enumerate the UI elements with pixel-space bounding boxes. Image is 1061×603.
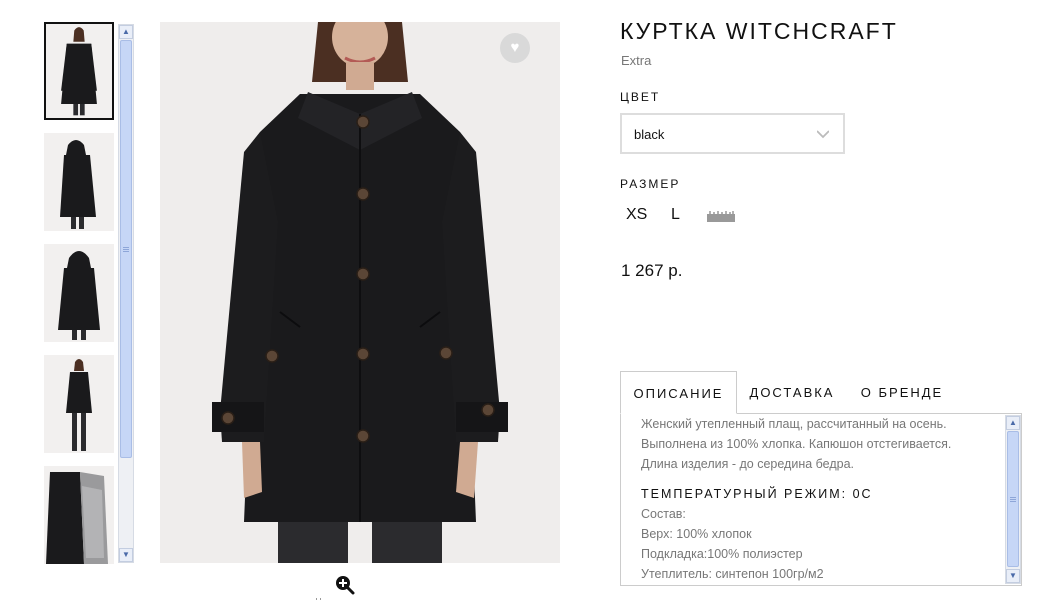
zoom-indicator [316,598,324,600]
tab-about-brand[interactable]: О БРЕНДЕ [852,371,952,414]
color-label: ЦВЕТ [620,90,661,104]
tab-panel-description: Женский утепленный плащ, рассчитанный на… [620,413,1022,586]
thumbnail-side[interactable] [44,133,114,231]
scroll-down-icon[interactable]: ▼ [1006,569,1020,583]
product-title: КУРТКА WITCHCRAFT [620,18,898,44]
size-label: РАЗМЕР [620,177,681,191]
size-option-l[interactable]: L [671,206,680,224]
thumbnail-back-image [44,244,114,342]
description-line: Длина изделия - до середина бедра. [641,457,855,471]
thumbnail-front[interactable] [44,22,114,120]
product-tabs: ОПИСАНИЕ ДОСТАВКА О БРЕНДЕ [620,371,1022,414]
temperature-heading: ТЕМПЕРАТУРНЫЙ РЕЖИМ: 0С [641,487,873,501]
thumbnail-lining[interactable] [44,466,114,564]
composition-line: Состав: [641,507,686,521]
thumbnail-back[interactable] [44,244,114,342]
zoom-in-icon[interactable] [335,575,355,595]
tab-delivery[interactable]: ДОСТАВКА [742,371,842,414]
description-scrollbar[interactable]: ▲ ▼ [1005,415,1021,584]
description-text: Женский утепленный плащ, рассчитанный на… [641,414,1001,584]
scroll-down-icon[interactable]: ▼ [119,548,133,562]
chevron-down-icon [817,130,829,139]
product-price: 1 267 р. [621,261,683,280]
product-main-image[interactable] [160,22,560,563]
coat-photo [160,22,560,563]
scroll-up-icon[interactable]: ▲ [1006,416,1020,430]
thumbnail-front-image [46,24,112,118]
composition-line: Утеплитель: синтепон 100гр/м2 [641,567,824,581]
thumbnail-full-length-image [44,355,114,453]
thumbnail-list [44,22,114,564]
product-brand[interactable]: Extra [621,53,651,68]
color-select-value: black [634,127,665,142]
composition-line: Верх: 100% хлопок [641,527,752,541]
thumbnail-full-length[interactable] [44,355,114,453]
ruler-icon[interactable] [707,210,735,222]
scrollbar-thumb[interactable] [120,40,132,458]
heart-icon[interactable]: ♥ [500,33,530,63]
description-line: Выполнена из 100% хлопка. Капюшон отстег… [641,437,952,451]
tab-description[interactable]: ОПИСАНИЕ [620,371,737,414]
composition-line: Подкладка:100% полиэстер [641,547,803,561]
thumbnail-side-image [44,133,114,231]
size-option-xs[interactable]: XS [626,206,647,224]
thumbnail-scrollbar[interactable]: ▲ ▼ [118,24,134,563]
scroll-up-icon[interactable]: ▲ [119,25,133,39]
description-line: Женский утепленный плащ, рассчитанный на… [641,417,947,431]
scrollbar-thumb[interactable] [1007,431,1019,567]
thumbnail-lining-image [44,466,114,564]
color-select[interactable]: black [620,113,845,154]
